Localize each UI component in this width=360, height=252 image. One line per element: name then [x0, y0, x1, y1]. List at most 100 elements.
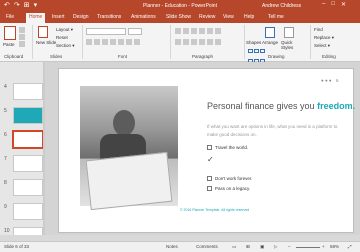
normal-view-icon[interactable]: ▭ — [232, 244, 236, 250]
font-name-combo[interactable] — [86, 28, 126, 35]
fit-to-window-icon[interactable]: ⤢ — [348, 244, 352, 249]
start-slideshow-icon[interactable]: ⊞ — [24, 2, 30, 10]
paragraph-group-label: Paragraph — [192, 54, 214, 59]
quick-styles-button[interactable]: Quick Styles — [281, 40, 299, 50]
slide-sorter-icon[interactable]: ⊞ — [246, 244, 250, 250]
window-controls: – □ ✕ — [322, 1, 346, 8]
thumbnail-number: 7 — [4, 156, 7, 162]
status-bar: Slide 6 of 33 Notes Comments ▭ ⊞ ▣ ▷ – +… — [0, 241, 360, 252]
zoom-out-icon[interactable]: – — [288, 244, 291, 249]
notes-button[interactable]: Notes — [166, 244, 178, 249]
window-title: Planner - Education - PowerPoint — [143, 3, 217, 9]
reading-view-icon[interactable]: ▣ — [260, 244, 264, 250]
font-group-label: Font — [118, 54, 128, 59]
slide-thumbnail-selected[interactable] — [12, 130, 44, 149]
alignment-icons[interactable] — [175, 39, 223, 46]
group-divider — [82, 25, 83, 59]
thumbnail-number: 10 — [4, 228, 10, 234]
goal-text: Travel the world. — [215, 145, 249, 150]
zoom-in-icon[interactable]: + — [322, 244, 325, 249]
layout-button[interactable]: Layout ▾ — [56, 27, 73, 33]
slide-headline[interactable]: Personal finance gives you freedom. — [207, 101, 355, 111]
thumbnail-number: 4 — [4, 84, 7, 90]
goal-text: Don't work forever. — [215, 176, 253, 181]
paste-button[interactable]: Paste — [3, 42, 15, 47]
font-size-combo[interactable] — [128, 28, 142, 35]
check-icon: ✓ — [207, 155, 214, 164]
comments-button[interactable]: Comments — [196, 244, 218, 249]
clipboard-group-label: Clipboard — [4, 54, 24, 59]
quick-access-toolbar: ↶ ↷ ⊞ ▾ — [4, 2, 37, 10]
minimize-icon[interactable]: – — [322, 1, 325, 8]
group-divider — [170, 25, 171, 59]
ribbon-home: Paste Clipboard New Slide Layout ▾ Reset… — [0, 23, 360, 63]
powerpoint-window: ↶ ↷ ⊞ ▾ Planner - Education - PowerPoint… — [0, 0, 360, 252]
tab-view[interactable]: View — [223, 14, 234, 20]
tab-insert[interactable]: Insert — [52, 14, 65, 20]
slide-thumbnails-pane[interactable]: 4 5 6 7 8 9 10 — [0, 62, 45, 241]
cut-copy-format-icons[interactable] — [19, 27, 27, 48]
maximize-icon[interactable]: □ — [331, 1, 335, 8]
group-divider — [32, 25, 33, 59]
slide-footer: © 2016 Planner Template. All rights rese… — [180, 208, 250, 212]
quick-styles-icon[interactable] — [284, 27, 294, 38]
list-indent-icons[interactable] — [175, 28, 223, 35]
slide-thumbnail[interactable] — [13, 203, 43, 220]
slide-thumbnail[interactable] — [13, 179, 43, 196]
reset-button[interactable]: Reset — [56, 35, 68, 40]
tab-file[interactable]: File — [6, 14, 14, 20]
undo-icon[interactable]: ↷ — [14, 2, 20, 10]
arrange-icon[interactable] — [265, 27, 275, 38]
find-button[interactable]: Find — [314, 27, 323, 32]
slides-group-label: Slides — [50, 54, 63, 59]
user-name[interactable]: Andrew Childress — [262, 3, 301, 9]
arrange-button[interactable]: Arrange — [262, 40, 278, 45]
replace-button[interactable]: Replace ▾ — [314, 35, 334, 41]
goal-item[interactable]: Don't work forever. — [207, 176, 253, 182]
goal-item[interactable]: Pass on a legacy. — [207, 186, 250, 192]
headline-accent-word: freedom. — [317, 101, 356, 111]
tab-animations[interactable]: Animations — [131, 14, 156, 20]
thumbnail-number: 5 — [4, 108, 7, 114]
close-icon[interactable]: ✕ — [341, 1, 346, 8]
font-format-icons[interactable] — [86, 39, 142, 46]
slide-photo[interactable] — [80, 86, 178, 211]
tab-review[interactable]: Review — [199, 14, 215, 20]
checkbox-icon — [207, 145, 212, 151]
zoom-slider[interactable] — [296, 247, 320, 248]
group-divider — [310, 25, 311, 59]
title-bar: ↶ ↷ ⊞ ▾ Planner - Education - PowerPoint… — [0, 0, 360, 12]
photo-person-head — [113, 110, 135, 136]
shapes-button[interactable]: Shapes — [246, 40, 261, 45]
goal-item[interactable]: Travel the world. — [207, 145, 249, 151]
new-slide-button[interactable]: New Slide — [36, 40, 56, 45]
photo-map — [85, 151, 173, 211]
customize-qat-icon[interactable]: ▾ — [34, 2, 38, 10]
tab-transitions[interactable]: Transitions — [97, 14, 121, 20]
tab-help[interactable]: Help — [244, 14, 254, 20]
slide-subtext[interactable]: If what you want are options in life, wh… — [207, 123, 347, 139]
tab-slide-show[interactable]: Slide Show — [166, 14, 191, 20]
slide-thumbnail[interactable] — [13, 107, 43, 124]
zoom-level[interactable]: 58% — [330, 244, 339, 249]
select-button[interactable]: Select ▾ — [314, 43, 330, 49]
headline-text: Personal finance gives you — [207, 101, 318, 111]
slideshow-view-icon[interactable]: ▷ — [274, 244, 277, 250]
tab-home[interactable]: Home — [26, 13, 46, 23]
slide-thumbnail[interactable] — [13, 83, 43, 100]
tab-design[interactable]: Design — [73, 14, 89, 20]
new-slide-icon[interactable] — [38, 26, 48, 38]
tell-me-search[interactable]: Tell me — [268, 14, 284, 20]
checkbox-icon — [207, 176, 212, 182]
thumbnail-number: 6 — [4, 132, 7, 138]
thumbnail-number: 9 — [4, 204, 7, 210]
thumbnail-number: 8 — [4, 180, 7, 186]
section-button[interactable]: Section ▾ — [56, 43, 75, 49]
save-icon[interactable]: ↶ — [4, 2, 10, 10]
ribbon-tabs: File Home Insert Design Transitions Anim… — [0, 12, 360, 23]
paste-icon[interactable] — [4, 26, 16, 40]
drawing-group-label: Drawing — [268, 54, 285, 59]
group-divider — [244, 25, 245, 59]
slide-thumbnail[interactable] — [13, 155, 43, 172]
slide-page-number: 6 — [336, 78, 339, 83]
